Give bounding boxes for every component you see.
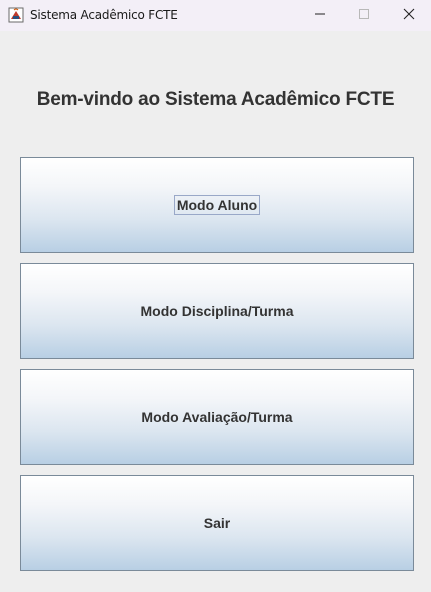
minimize-icon [314, 7, 326, 25]
modo-aluno-label: Modo Aluno [173, 195, 261, 215]
modo-aluno-button[interactable]: Modo Aluno [20, 157, 414, 253]
sair-button[interactable]: Sair [20, 475, 414, 571]
modo-avaliacao-turma-button[interactable]: Modo Avaliação/Turma [20, 369, 414, 465]
modo-disciplina-turma-label: Modo Disciplina/Turma [140, 303, 294, 319]
sair-label: Sair [203, 515, 231, 531]
main-panel: Bem-vindo ao Sistema Acadêmico FCTE Modo… [0, 31, 431, 592]
modo-avaliacao-turma-label: Modo Avaliação/Turma [141, 409, 293, 425]
maximize-icon [358, 7, 370, 25]
welcome-heading: Bem-vindo ao Sistema Acadêmico FCTE [36, 89, 395, 110]
app-window: Sistema Acadêmico FCTE Bem-vindo ao Sist… [0, 0, 431, 592]
minimize-button[interactable] [298, 0, 342, 31]
close-icon [403, 7, 415, 25]
maximize-button[interactable] [342, 0, 386, 31]
close-button[interactable] [387, 0, 431, 31]
modo-disciplina-turma-button[interactable]: Modo Disciplina/Turma [20, 263, 414, 359]
java-app-icon[interactable] [8, 7, 24, 23]
title-bar[interactable]: Sistema Acadêmico FCTE [0, 0, 431, 31]
window-title: Sistema Acadêmico FCTE [30, 8, 178, 22]
